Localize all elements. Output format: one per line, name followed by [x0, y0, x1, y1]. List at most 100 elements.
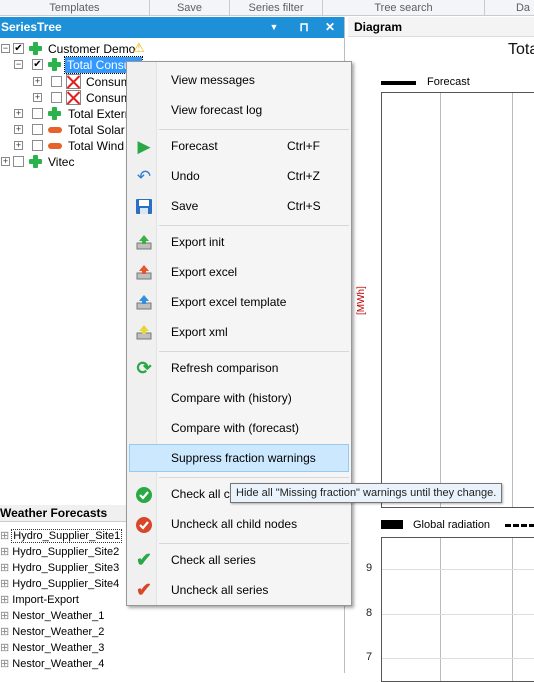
grid-line — [440, 93, 441, 507]
forecast-plot-area[interactable] — [381, 92, 534, 508]
ribbon-bar: Templates Save Series filter Tree search… — [0, 0, 534, 16]
legend-label-forecast: Forecast — [427, 76, 470, 88]
tooltip: Hide all "Missing fraction" warnings unt… — [230, 483, 503, 503]
collapse-toggle-icon[interactable]: − — [1, 44, 10, 53]
pin-icon[interactable]: ⊓ — [296, 17, 312, 38]
menu-item-undo[interactable]: ↶ Undo Ctrl+Z — [129, 162, 349, 190]
node-checkbox[interactable]: ✔ — [13, 43, 24, 54]
node-checkbox[interactable] — [32, 124, 43, 135]
legend-swatch-global-radiation — [381, 520, 403, 529]
menu-item-compare-history[interactable]: Compare with (history) — [129, 384, 349, 412]
expand-toggle-icon[interactable]: + — [1, 157, 10, 166]
node-checkbox[interactable]: ✔ — [32, 59, 43, 70]
ribbon-group-tree-search[interactable]: Tree search — [323, 0, 485, 16]
tree-node-label: Customer Demo — [48, 42, 136, 56]
list-item[interactable]: ⊞ Nestor_Weather_1 — [0, 608, 104, 624]
menu-item-view-forecast-log[interactable]: View forecast log — [129, 96, 349, 124]
menu-item-save[interactable]: Save Ctrl+S — [129, 192, 349, 220]
red-x-icon — [66, 90, 81, 105]
series-tree-title: SeriesTree — [1, 20, 62, 34]
menu-item-refresh-comparison[interactable]: ⟳ Refresh comparison — [129, 354, 349, 382]
menu-separator — [159, 225, 349, 226]
green-plus-icon — [48, 107, 61, 120]
menu-item-suppress-fraction-warnings[interactable]: Suppress fraction warnings — [129, 444, 349, 472]
series-tree-titlebar: SeriesTree ▼ ⊓ ✕ — [0, 17, 344, 38]
list-item[interactable]: ⊞ Nestor_Weather_2 — [0, 624, 104, 640]
grid-line — [512, 93, 513, 507]
menu-item-forecast[interactable]: ▶ Forecast Ctrl+F — [129, 132, 349, 160]
grid-line — [512, 538, 513, 681]
expand-toggle-icon[interactable]: + — [14, 141, 23, 150]
tree-node-label: Vitec — [48, 155, 75, 169]
ribbon-group-templates[interactable]: Templates — [0, 0, 150, 16]
check-circle-icon — [135, 486, 153, 503]
menu-separator — [159, 129, 349, 130]
ribbon-group-data[interactable]: Da — [485, 0, 534, 16]
orange-pill-icon — [48, 127, 62, 133]
green-plus-icon — [29, 42, 42, 55]
node-checkbox[interactable] — [51, 92, 62, 103]
red-x-icon — [66, 74, 81, 89]
node-checkbox[interactable] — [51, 76, 62, 87]
red-check-mark-icon: ✔ — [136, 580, 152, 601]
grid-line — [382, 614, 534, 615]
menu-item-compare-forecast[interactable]: Compare with (forecast) — [129, 414, 349, 442]
expand-toggle-icon[interactable]: + — [14, 125, 23, 134]
list-item[interactable]: ⊞ Hydro_Supplier_Site4 — [0, 576, 119, 592]
y-axis-label: [MWh] — [356, 286, 367, 315]
close-icon[interactable]: ✕ — [322, 17, 338, 38]
menu-item-export-xml[interactable]: Export xml — [129, 318, 349, 346]
list-item[interactable]: ⊞ Nestor_Weather_4 — [0, 656, 104, 672]
check-mark-icon: ✔ — [136, 550, 152, 571]
node-checkbox[interactable] — [13, 156, 24, 167]
export-excel-template-icon — [135, 294, 153, 311]
menu-item-export-excel[interactable]: Export excel — [129, 258, 349, 286]
list-item[interactable]: ⊞ Hydro_Supplier_Site3 — [0, 560, 119, 576]
tree-node-label: Total Wind — [68, 139, 125, 153]
y-tick-label: 7 — [366, 651, 373, 663]
ribbon-group-save[interactable]: Save — [150, 0, 230, 16]
ribbon-group-series-filter[interactable]: Series filter — [230, 0, 323, 16]
grid-line — [440, 538, 441, 681]
grid-line — [382, 569, 534, 570]
menu-separator — [159, 351, 349, 352]
menu-item-view-messages[interactable]: View messages — [129, 66, 349, 94]
uncheck-circle-icon — [135, 516, 153, 533]
collapse-toggle-icon[interactable]: − — [14, 60, 23, 69]
export-init-icon — [135, 234, 153, 251]
diagram-header: Diagram — [348, 17, 534, 37]
orange-pill-icon — [48, 143, 62, 149]
menu-item-export-init[interactable]: Export init — [129, 228, 349, 256]
export-xml-icon — [135, 324, 153, 341]
tree-node-customer-demo[interactable]: − ✔ Customer Demo ⚠ — [0, 40, 200, 57]
tree-node-label: Total Solar — [68, 123, 125, 137]
list-item[interactable]: ⊞ Hydro_Supplier_Site2 — [0, 544, 119, 560]
expand-toggle-icon[interactable]: + — [14, 109, 23, 118]
radiation-plot-area[interactable] — [381, 537, 534, 682]
node-checkbox[interactable] — [32, 108, 43, 119]
menu-separator — [159, 543, 349, 544]
menu-separator — [159, 477, 349, 478]
context-menu: View messages View forecast log ▶ Foreca… — [126, 61, 352, 606]
save-icon — [135, 198, 153, 215]
dropdown-arrow-icon[interactable]: ▼ — [266, 17, 282, 38]
list-item[interactable]: ⊞ Import-Export — [0, 592, 79, 608]
menu-item-uncheck-all-child-nodes[interactable]: Uncheck all child nodes — [129, 510, 349, 538]
y-tick-label: 9 — [366, 562, 373, 574]
menu-item-export-excel-template[interactable]: Export excel template — [129, 288, 349, 316]
green-plus-icon — [48, 58, 61, 71]
weather-forecasts-title: Weather Forecasts — [0, 506, 108, 520]
list-item[interactable]: ⊞ Hydro_Supplier_Site1 — [0, 528, 123, 544]
expand-toggle-icon[interactable]: + — [33, 93, 42, 102]
legend-label-global-radiation: Global radiation — [413, 519, 491, 531]
export-excel-icon — [135, 264, 153, 281]
menu-item-uncheck-all-series[interactable]: ✔ Uncheck all series — [129, 576, 349, 604]
list-item[interactable]: ⊞ Nestor_Weather_3 — [0, 640, 104, 656]
expand-toggle-icon[interactable]: + — [33, 77, 42, 86]
chart-title: Total — [508, 41, 534, 58]
play-icon: ▶ — [137, 137, 151, 156]
node-checkbox[interactable] — [32, 140, 43, 151]
diagram-title: Diagram — [354, 20, 403, 34]
menu-item-check-all-series[interactable]: ✔ Check all series — [129, 546, 349, 574]
diagram-panel: Diagram Total Forecast [MWh] Global radi… — [348, 17, 534, 682]
